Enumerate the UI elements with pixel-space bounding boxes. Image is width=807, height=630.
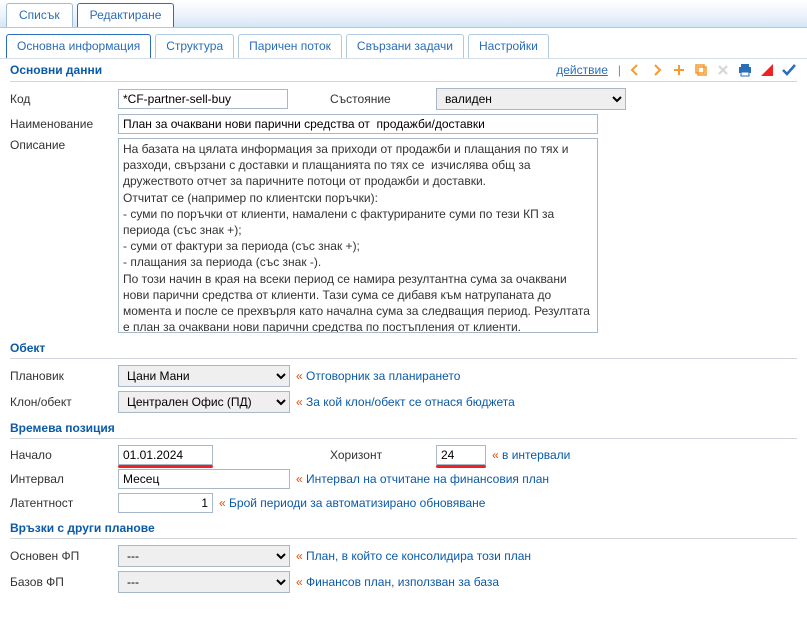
prev-icon[interactable] [627, 62, 643, 78]
tab-edit[interactable]: Редактиране [77, 3, 175, 27]
tab-cashflow[interactable]: Паричен поток [238, 34, 342, 58]
hint-planner: Отговорник за планирането [296, 369, 460, 383]
desc-textarea[interactable]: На базата на цялата информация за приход… [118, 138, 598, 333]
interval-input[interactable] [118, 469, 290, 489]
inner-tabs: Основна информация Структура Паричен пот… [0, 28, 807, 59]
flag-icon[interactable] [759, 62, 775, 78]
code-input[interactable] [118, 89, 288, 109]
toolbar: действие | [556, 62, 797, 78]
print-icon[interactable] [737, 62, 753, 78]
tab-tasks[interactable]: Свързани задачи [346, 34, 464, 58]
label-start: Начало [10, 448, 112, 462]
label-interval: Интервал [10, 472, 112, 486]
label-desc: Описание [10, 138, 112, 152]
label-mainfp: Основен ФП [10, 549, 112, 563]
hint-horizon: в интервали [492, 448, 570, 462]
section-links: Връзки с други планове [10, 521, 155, 535]
label-horizon: Хоризонт [330, 448, 430, 462]
state-select[interactable]: валиден [436, 88, 626, 110]
horizon-input[interactable] [436, 445, 486, 465]
label-name: Наименование [10, 117, 112, 131]
tab-main-info[interactable]: Основна информация [6, 34, 151, 58]
tab-list[interactable]: Списък [6, 3, 73, 27]
label-basefp: Базов ФП [10, 575, 112, 589]
hint-latency: Брой периоди за автоматизирано обновяван… [219, 496, 485, 510]
label-branch: Клон/обект [10, 395, 112, 409]
hint-branch: За кой клон/обект се отнася бюджета [296, 395, 515, 409]
label-state: Състояние [330, 92, 430, 106]
label-planner: Плановик [10, 369, 112, 383]
mainfp-select[interactable]: --- [118, 545, 290, 567]
copy-icon[interactable] [693, 62, 709, 78]
delete-icon[interactable] [715, 62, 731, 78]
tab-structure[interactable]: Структура [155, 34, 234, 58]
section-object: Обект [10, 341, 45, 355]
hint-interval: Интервал на отчитане на финансовия план [296, 472, 549, 486]
branch-select[interactable]: Централен Офис (ПД) [118, 391, 290, 413]
planner-select[interactable]: Цани Мани [118, 365, 290, 387]
next-icon[interactable] [649, 62, 665, 78]
toolbar-sep: | [618, 63, 621, 77]
action-link[interactable]: действие [556, 63, 608, 77]
start-input[interactable] [118, 445, 213, 465]
basefp-select[interactable]: --- [118, 571, 290, 593]
label-latency: Латентност [10, 496, 112, 510]
section-timepos: Времева позиция [10, 421, 115, 435]
tab-settings[interactable]: Настройки [468, 34, 549, 58]
hint-mainfp: План, в който се консолидира този план [296, 549, 531, 563]
top-tabs: Списък Редактиране [0, 0, 807, 28]
section-basic: Основни данни [10, 63, 102, 77]
latency-input[interactable] [118, 493, 213, 513]
hint-basefp: Финансов план, използван за база [296, 575, 499, 589]
add-icon[interactable] [671, 62, 687, 78]
confirm-icon[interactable] [781, 62, 797, 78]
name-input[interactable] [118, 114, 598, 134]
label-code: Код [10, 92, 112, 106]
